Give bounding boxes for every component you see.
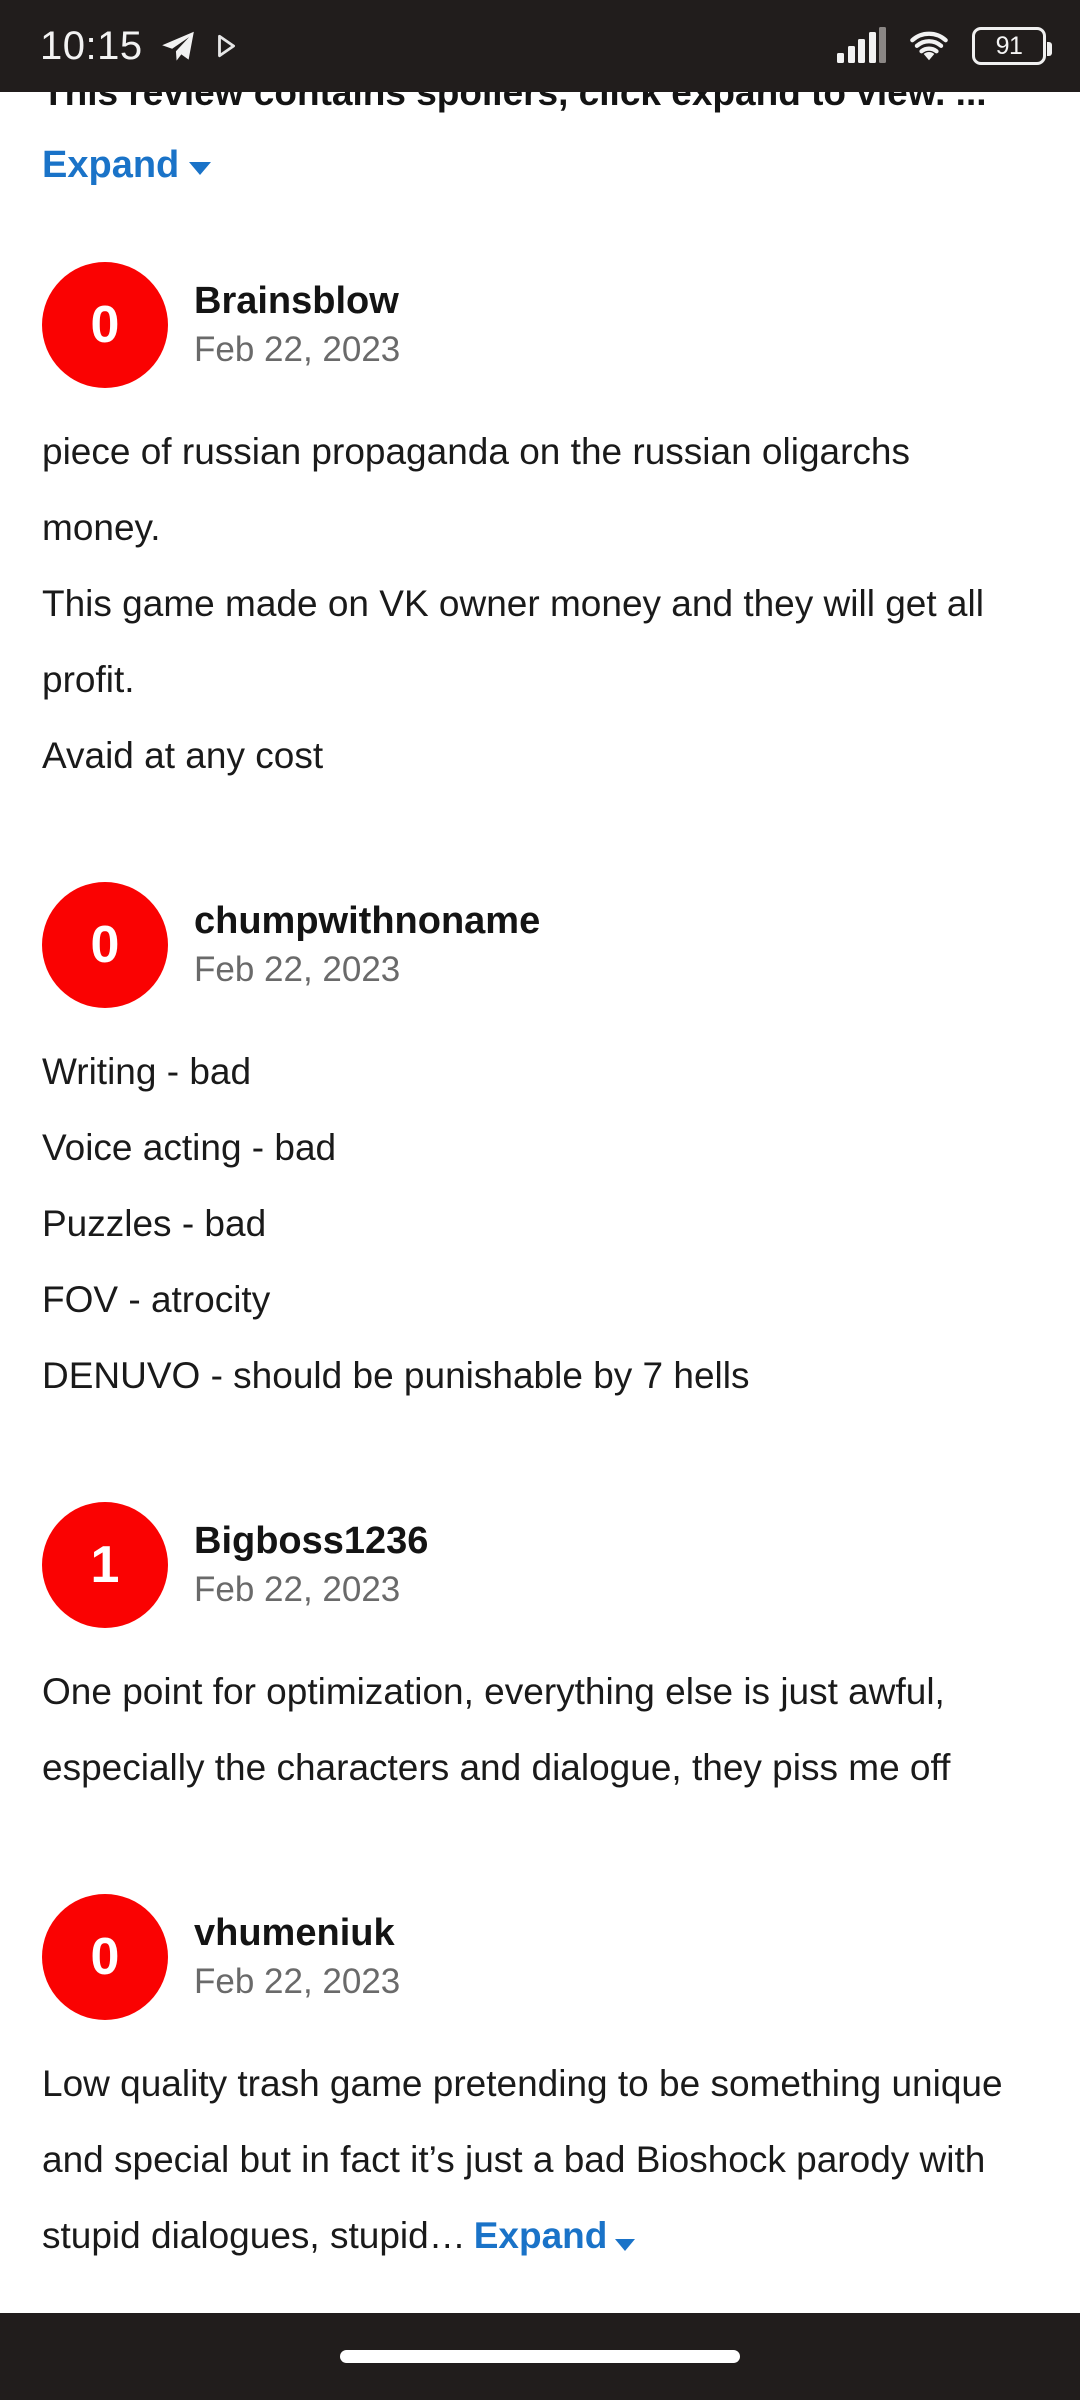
review-meta: chumpwithnoname Feb 22, 2023 <box>194 899 540 990</box>
expand-review-button[interactable]: Expand <box>474 2215 636 2256</box>
score-badge: 0 <box>42 882 168 1008</box>
review-line: Puzzles - bad <box>42 1203 267 1244</box>
review-date: Feb 22, 2023 <box>194 330 401 370</box>
battery-icon: 91 <box>972 27 1052 65</box>
score-badge: 0 <box>42 1894 168 2020</box>
wifi-icon <box>910 31 948 61</box>
review-header: 0 vhumeniuk Feb 22, 2023 <box>42 1894 1038 2020</box>
review-item: 1 Bigboss1236 Feb 22, 2023 One point for… <box>0 1502 1080 1806</box>
status-clock: 10:15 <box>40 24 143 68</box>
battery-level: 91 <box>995 31 1023 60</box>
review-meta: Brainsblow Feb 22, 2023 <box>194 279 400 370</box>
review-username[interactable]: Brainsblow <box>194 279 400 324</box>
review-username[interactable]: vhumeniuk <box>194 1911 400 1956</box>
play-outline-icon <box>217 34 235 58</box>
review-meta: vhumeniuk Feb 22, 2023 <box>194 1911 400 2002</box>
navigation-bar <box>0 2313 1080 2400</box>
home-indicator[interactable] <box>340 2350 740 2363</box>
status-bar: 10:15 91 <box>0 0 1080 92</box>
expand-label: Expand <box>473 2215 608 2256</box>
review-date: Feb 22, 2023 <box>194 1962 401 2002</box>
review-line: DENUVO - should be punishable by 7 hells <box>42 1355 750 1396</box>
expand-spoiler-button[interactable]: Expand <box>42 144 212 187</box>
review-body: piece of russian propaganda on the russi… <box>42 414 1038 794</box>
review-line: This game made on VK owner money and the… <box>42 583 984 700</box>
expand-label: Expand <box>42 144 180 186</box>
review-line: One point for optimization, everything e… <box>42 1671 951 1788</box>
chevron-down-icon <box>189 162 212 175</box>
review-header: 0 Brainsblow Feb 22, 2023 <box>42 262 1038 388</box>
review-date: Feb 22, 2023 <box>194 950 401 990</box>
score-badge: 1 <box>42 1502 168 1628</box>
reviews-container: 0 Brainsblow Feb 22, 2023 piece of russi… <box>0 262 1080 2362</box>
signal-icon <box>837 27 886 63</box>
review-username[interactable]: chumpwithnoname <box>194 899 540 944</box>
review-list-page: This review contains spoilers, click exp… <box>0 0 1080 2400</box>
review-username[interactable]: Bigboss1236 <box>194 1519 428 1564</box>
review-line: FOV - atrocity <box>42 1279 271 1320</box>
review-body: One point for optimization, everything e… <box>42 1654 1038 1806</box>
chevron-down-icon <box>615 2239 636 2251</box>
status-bar-right: 91 <box>837 27 1052 65</box>
review-meta: Bigboss1236 Feb 22, 2023 <box>194 1519 428 1610</box>
review-item: 0 chumpwithnoname Feb 22, 2023 Writing -… <box>0 882 1080 1414</box>
review-header: 0 chumpwithnoname Feb 22, 2023 <box>42 882 1038 1008</box>
score-badge: 0 <box>42 262 168 388</box>
telegram-icon <box>161 31 194 61</box>
review-line: Writing - bad <box>42 1051 252 1092</box>
review-line: Voice acting - bad <box>42 1127 337 1168</box>
review-item: 0 vhumeniuk Feb 22, 2023 Low quality tra… <box>0 1894 1080 2274</box>
phone-screen: This review contains spoilers, click exp… <box>0 0 1080 2400</box>
review-item: 0 Brainsblow Feb 22, 2023 piece of russi… <box>0 262 1080 794</box>
review-date: Feb 22, 2023 <box>194 1570 401 1610</box>
review-body: Low quality trash game pretending to be … <box>42 2046 1038 2274</box>
review-line: piece of russian propaganda on the russi… <box>42 431 911 548</box>
review-line: Avaid at any cost <box>42 735 324 776</box>
status-bar-left: 10:15 <box>40 26 239 66</box>
review-header: 1 Bigboss1236 Feb 22, 2023 <box>42 1502 1038 1628</box>
review-body: Writing - bad Voice acting - bad Puzzles… <box>42 1034 1038 1414</box>
